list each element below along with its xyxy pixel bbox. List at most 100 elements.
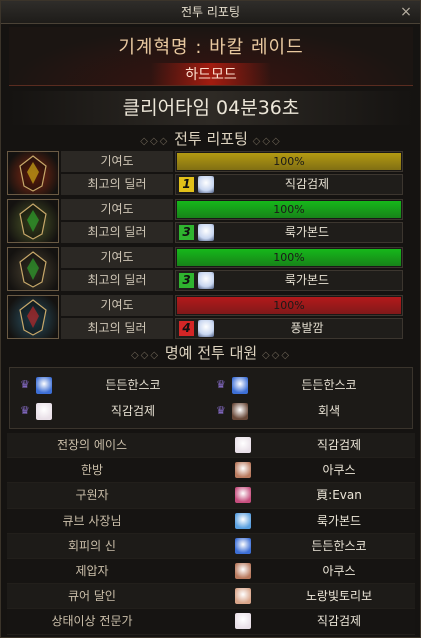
contribution-label: 기여도 xyxy=(61,199,173,220)
difficulty-badge: 하드모드 xyxy=(151,63,271,85)
award-row: 한방 아쿠스 xyxy=(7,458,415,484)
party-member: 기여도 100% 최고의 딜러 4 풍발깜 xyxy=(7,295,415,341)
diamond-deco-icon: ◇◇◇ xyxy=(261,350,292,361)
diamond-deco-icon: ◇◇◇ xyxy=(252,136,282,147)
diamond-deco-icon: ◇◇◇ xyxy=(130,350,161,361)
honor-member-name: 회색 xyxy=(317,404,341,418)
award-title: 구원자 xyxy=(75,488,109,503)
top-dealer-box: 3 룩가본드 xyxy=(175,270,403,291)
award-title: 상태이상 전문가 xyxy=(51,614,133,629)
clear-time: 클리어타임 04분36초 xyxy=(9,91,413,125)
rank-badge: 3 xyxy=(179,273,194,288)
contribution-label: 기여도 xyxy=(61,151,173,172)
dealer-name: 룩가본드 xyxy=(284,273,330,287)
crown-icon: ♛ xyxy=(216,378,226,391)
top-dealer-box: 4 풍발깜 xyxy=(175,318,403,339)
contribution-bar: 100% xyxy=(175,151,403,172)
award-winner-name[interactable]: 든든한스코 xyxy=(269,534,409,558)
top-dealer-label: 최고의 딜러 xyxy=(61,318,173,339)
contribution-bar: 100% xyxy=(175,199,403,220)
contribution-row: 기여도 100% xyxy=(61,295,405,316)
award-row: 회피의 신 든든한스코 xyxy=(7,533,415,559)
award-winner-name[interactable]: 頁:Evan xyxy=(269,483,409,507)
award-avatar xyxy=(235,512,251,529)
dealer-avatar xyxy=(198,176,214,193)
award-winner-name[interactable]: 직감검제 xyxy=(269,433,409,457)
top-dealer-label: 최고의 딜러 xyxy=(61,270,173,291)
member-portrait[interactable] xyxy=(7,199,59,243)
top-dealer-label: 최고의 딜러 xyxy=(61,174,173,195)
member-avatar xyxy=(232,377,248,394)
award-winner-name[interactable]: 노랑빛토리보 xyxy=(269,584,409,608)
honor-member[interactable]: ♛ 회색 xyxy=(210,399,404,423)
title-bar[interactable]: 전투 리포팅 × xyxy=(1,1,420,24)
contribution-label: 기여도 xyxy=(61,295,173,316)
award-title: 전장의 에이스 xyxy=(56,438,128,452)
top-dealer-row: 최고의 딜러 4 풍발깜 xyxy=(61,318,405,339)
award-avatar xyxy=(235,537,251,554)
window-title: 전투 리포팅 xyxy=(180,5,240,19)
rank-badge: 4 xyxy=(179,321,194,336)
award-winner-name[interactable]: 직감검제 xyxy=(269,609,409,633)
award-winner-name[interactable]: 아쿠스 xyxy=(269,458,409,482)
award-winner-name[interactable]: 아쿠스 xyxy=(269,559,409,583)
award-avatar xyxy=(235,437,251,453)
member-avatar xyxy=(232,403,248,420)
party-member: 기여도 100% 최고의 딜러 1 직감검제 xyxy=(7,151,415,197)
award-title: 큐어 달인 xyxy=(68,589,116,604)
contribution-value: 100% xyxy=(273,155,305,168)
award-title: 제압자 xyxy=(75,563,109,578)
contribution-value: 100% xyxy=(273,251,305,264)
crown-icon: ♛ xyxy=(216,404,226,417)
award-row: 상태이상 전문가 직감검제 xyxy=(7,609,415,635)
top-dealer-box: 3 룩가본드 xyxy=(175,222,403,243)
contribution-row: 기여도 100% xyxy=(61,151,405,172)
top-dealer-label: 최고의 딜러 xyxy=(61,222,173,243)
dealer-avatar xyxy=(198,224,214,241)
rank-badge: 1 xyxy=(179,177,194,192)
award-avatar xyxy=(235,462,251,479)
award-avatar xyxy=(235,613,251,630)
award-avatar xyxy=(235,588,251,605)
award-row: 큐브 사장님 룩가본드 xyxy=(7,508,415,534)
close-icon[interactable]: × xyxy=(398,1,414,23)
member-portrait[interactable] xyxy=(7,151,59,195)
awards-list: 전장의 에이스 직감검제 한방 아쿠스 구원자 頁:Evan 큐브 사장님 룩가본드 회피의 신… xyxy=(7,433,415,635)
award-row: 구원자 頁:Evan xyxy=(7,483,415,509)
top-dealer-row: 최고의 딜러 3 룩가본드 xyxy=(61,222,405,243)
top-dealer-row: 최고의 딜러 3 룩가본드 xyxy=(61,270,405,291)
honor-member[interactable]: ♛ 든든한스코 xyxy=(14,373,208,397)
award-winner-name[interactable]: 룩가본드 xyxy=(269,509,409,533)
dealer-avatar xyxy=(198,320,214,337)
award-avatar xyxy=(235,562,251,579)
contribution-bar: 100% xyxy=(175,295,403,316)
contribution-value: 100% xyxy=(273,203,305,216)
contribution-row: 기여도 100% xyxy=(61,199,405,220)
contribution-value: 100% xyxy=(273,299,305,312)
honor-section-title: ◇◇◇ 명예 전투 대원 ◇◇◇ xyxy=(130,344,292,362)
dealer-name: 직감검제 xyxy=(284,177,330,191)
honor-members-panel: ♛ 든든한스코 ♛ 든든한스코 ♛ 직감검제 ♛ 회색 xyxy=(9,367,413,429)
member-portrait[interactable] xyxy=(7,295,59,339)
member-portrait[interactable] xyxy=(7,247,59,291)
raid-name: 기계혁명 : 바칼 레이드 xyxy=(118,37,304,58)
honor-member-name: 든든한스코 xyxy=(105,378,161,392)
member-avatar xyxy=(36,377,52,394)
top-dealer-box: 1 직감검제 xyxy=(175,174,403,195)
honor-member[interactable]: ♛ 든든한스코 xyxy=(210,373,404,397)
honor-member[interactable]: ♛ 직감검제 xyxy=(14,399,208,423)
award-row: 큐어 달인 노랑빛토리보 xyxy=(7,584,415,610)
award-title: 회피의 신 xyxy=(68,538,116,553)
contribution-bar: 100% xyxy=(175,247,403,268)
contribution-label: 기여도 xyxy=(61,247,173,268)
dealer-avatar xyxy=(198,272,214,289)
battle-report-window: 전투 리포팅 × 기계혁명 : 바칼 레이드 하드모드 클리어타임 04분36초… xyxy=(0,0,421,638)
award-title: 한방 xyxy=(80,463,104,478)
party-member: 기여도 100% 최고의 딜러 3 룩가본드 xyxy=(7,247,415,293)
contribution-row: 기여도 100% xyxy=(61,247,405,268)
award-title: 큐브 사장님 xyxy=(62,513,122,528)
dealer-name: 룩가본드 xyxy=(284,225,330,239)
diamond-deco-icon: ◇◇◇ xyxy=(140,136,170,147)
rank-badge: 3 xyxy=(179,225,194,240)
award-row: 제압자 아쿠스 xyxy=(7,558,415,585)
